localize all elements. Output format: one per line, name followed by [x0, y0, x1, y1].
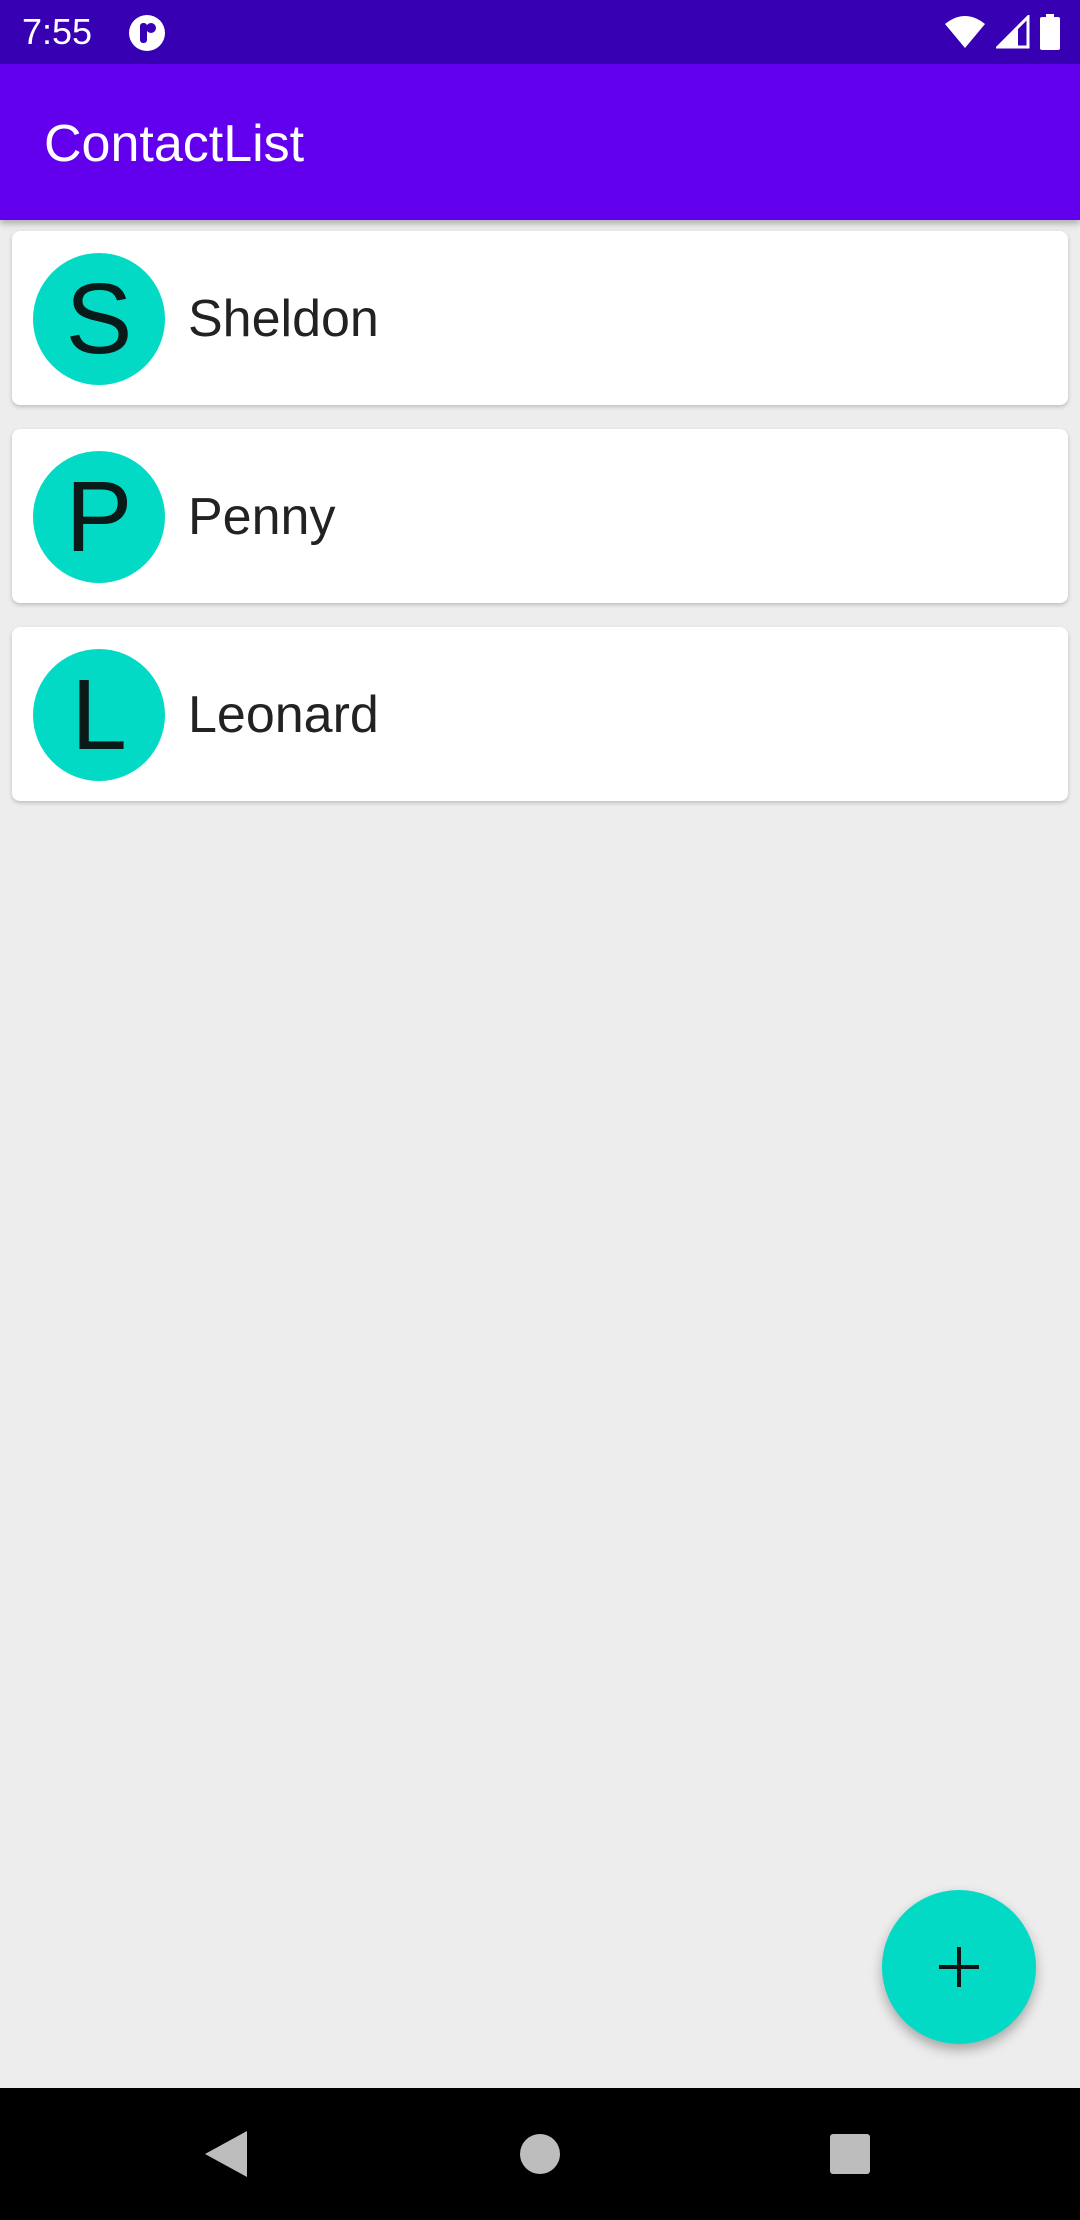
contact-card-leonard[interactable]: L Leonard — [12, 627, 1068, 801]
avatar: S — [33, 253, 165, 385]
avatar: P — [33, 451, 165, 583]
home-button[interactable] — [502, 2116, 578, 2192]
contact-name: Leonard — [188, 686, 379, 744]
home-icon — [520, 2134, 560, 2174]
add-contact-button[interactable] — [882, 1890, 1036, 2044]
signal-icon — [996, 15, 1030, 49]
plus-icon — [939, 1947, 979, 1987]
recents-icon — [830, 2134, 870, 2174]
contact-name: Penny — [188, 488, 336, 546]
wifi-icon — [945, 16, 985, 48]
avatar: L — [33, 649, 165, 781]
notification-app-icon — [129, 15, 165, 51]
battery-icon — [1040, 14, 1060, 50]
contact-name: Sheldon — [188, 290, 379, 348]
contact-card-penny[interactable]: P Penny — [12, 429, 1068, 603]
back-button[interactable] — [188, 2116, 264, 2192]
app-bar: ContactList — [0, 64, 1080, 220]
navigation-bar — [0, 2088, 1080, 2220]
status-bar: 7:55 — [0, 0, 1080, 64]
status-time: 7:55 — [22, 11, 93, 52]
recents-button[interactable] — [812, 2116, 888, 2192]
app-title: ContactList — [44, 115, 305, 173]
status-icons — [944, 14, 1060, 50]
back-icon — [205, 2131, 247, 2177]
contact-card-sheldon[interactable]: S Sheldon — [12, 231, 1068, 405]
